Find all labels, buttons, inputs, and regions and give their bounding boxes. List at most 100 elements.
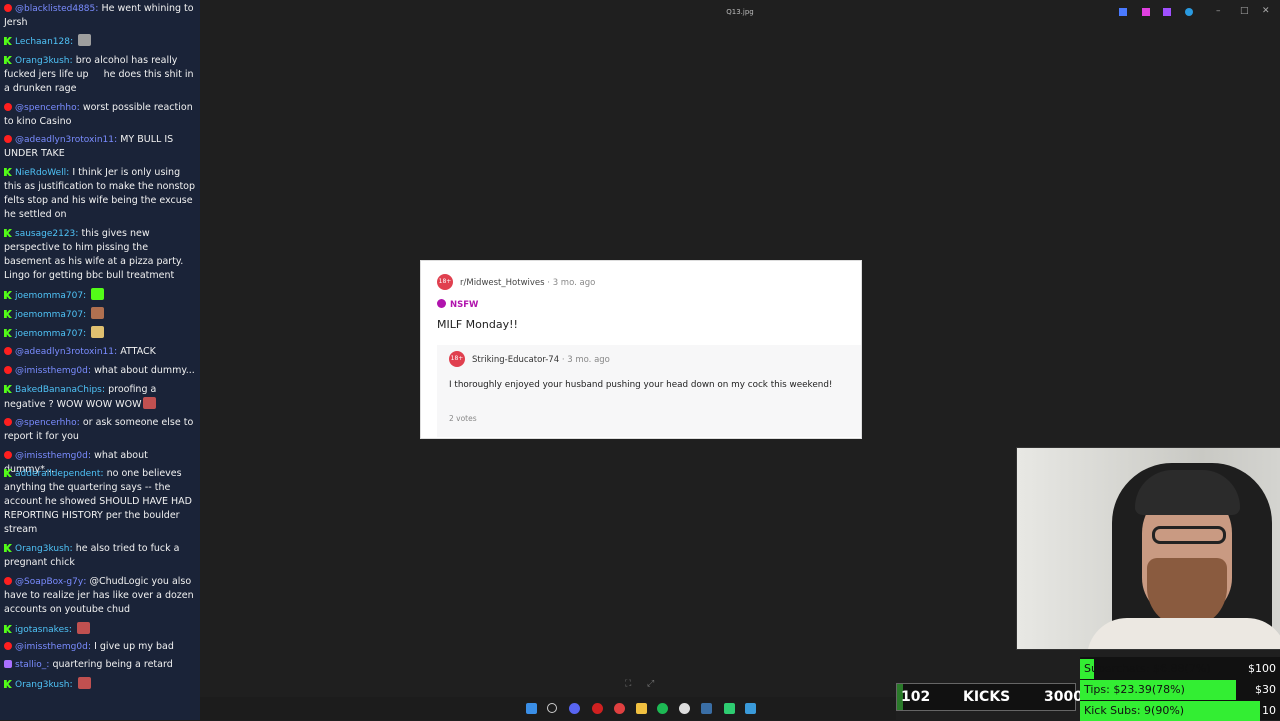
- chat-message: Orang3kush: bro alcohol has really fucke…: [4, 55, 194, 94]
- chat-username[interactable]: @spencerhho: [15, 103, 77, 113]
- kick-icon: [4, 329, 12, 337]
- emote-icon: [143, 397, 157, 409]
- chat-message: @adeadlyn3rotoxin11: MY BULL IS UNDER TA…: [4, 134, 174, 159]
- minimize-button[interactable]: –: [1216, 6, 1221, 16]
- chat-message: @imissthemg0d: I give up my bad: [4, 640, 196, 654]
- kicks-label: KICKS: [963, 689, 1011, 705]
- chat-username[interactable]: Orang3kush: [15, 56, 69, 66]
- chat-username[interactable]: @adeadlyn3rotoxin11: [15, 347, 114, 357]
- spotify-icon[interactable]: [657, 703, 668, 714]
- post-meta: r/Midwest_Hotwives · 3 mo. ago: [460, 278, 596, 288]
- subreddit-name[interactable]: r/Midwest_Hotwives: [460, 278, 545, 288]
- kick-icon: [4, 385, 12, 393]
- chat-text: what about dummy...: [94, 365, 195, 376]
- emote-icon: [91, 288, 105, 300]
- xbox-icon[interactable]: [679, 703, 690, 714]
- nsfw-icon: [437, 299, 446, 308]
- donation-goals: Superchats: $6.88(7%) $100 Tips: $23.39(78…: [1080, 657, 1280, 721]
- goal-label: Kick Subs: 9(90%): [1084, 704, 1185, 717]
- chat-message: @SoapBox-g7y: @ChudLogic you also have t…: [4, 576, 194, 615]
- post-age: 3 mo. ago: [552, 278, 596, 288]
- webcam-feed: [1016, 447, 1280, 650]
- chat-username[interactable]: adderalldependent: [15, 469, 100, 479]
- folder-icon[interactable]: [636, 703, 647, 714]
- chat-message: stallio_: quartering being a retard: [4, 658, 196, 672]
- maximize-button[interactable]: □: [1240, 6, 1249, 16]
- emote-icon: [77, 677, 91, 689]
- chat-username[interactable]: @blacklisted4885: [15, 4, 95, 14]
- chat-username[interactable]: joemomma707: [15, 310, 83, 320]
- chat-message: @imissthemg0d: what about dummy...: [4, 364, 196, 378]
- youtube-icon: [4, 135, 12, 143]
- fullscreen-icon[interactable]: ⤢: [647, 679, 654, 689]
- chat-username[interactable]: igotasnakes: [15, 625, 69, 635]
- chat-username[interactable]: stallio_: [15, 660, 46, 670]
- chat-text: I give up my bad: [94, 641, 174, 652]
- youtube-icon: [4, 418, 12, 426]
- emote-icon: [78, 34, 92, 46]
- youtube-icon: [4, 103, 12, 111]
- youtube-icon: [4, 4, 12, 12]
- chat-username[interactable]: NieRdoWell: [15, 168, 66, 178]
- post-title[interactable]: MILF Monday!!: [437, 318, 518, 331]
- chat-username[interactable]: sausage2123: [15, 229, 75, 239]
- paint-icon[interactable]: [1163, 8, 1171, 16]
- chat-username[interactable]: @adeadlyn3rotoxin11: [15, 135, 114, 145]
- kicks-goal: 3000: [1044, 689, 1083, 705]
- chrome-icon[interactable]: [614, 703, 625, 714]
- goal-target: 10: [1262, 704, 1276, 717]
- chat-username[interactable]: Orang3kush: [15, 680, 69, 690]
- steam-icon[interactable]: [701, 703, 712, 714]
- cloud-icon[interactable]: [1185, 8, 1193, 16]
- search-icon[interactable]: [547, 703, 557, 713]
- chat-message: @adeadlyn3rotoxin11: ATTACK: [4, 345, 196, 359]
- chat-username[interactable]: @SoapBox-g7y: [15, 577, 83, 587]
- photos-icon[interactable]: [745, 703, 756, 714]
- chat-message: @spencerhho: or ask someone else to repo…: [4, 417, 194, 442]
- chat-username[interactable]: BakedBananaChips: [15, 385, 102, 395]
- chat-message: igotasnakes:: [4, 622, 196, 637]
- youtube-icon: [4, 577, 12, 585]
- kick-icon: [4, 469, 12, 477]
- chat-message: @spencerhho: worst possible reaction to …: [4, 102, 193, 127]
- comment-meta: Striking-Educator-74 · 3 mo. ago: [472, 355, 610, 365]
- chat-username[interactable]: @imissthemg0d: [15, 366, 88, 376]
- chat-username[interactable]: Lechaan128: [15, 37, 70, 47]
- kicks-goal-bar: 102 KICKS 3000: [896, 683, 1083, 711]
- goal-target: $30: [1255, 683, 1276, 696]
- chat-username[interactable]: joemomma707: [15, 291, 83, 301]
- window-title: Q13.jpg: [726, 8, 754, 16]
- youtube-icon: [4, 366, 12, 374]
- app-icon[interactable]: [724, 703, 735, 714]
- fit-icon[interactable]: ⛶: [625, 679, 631, 689]
- chat-message: Orang3kush:: [4, 677, 196, 692]
- chat-username[interactable]: Orang3kush: [15, 544, 69, 554]
- chat-username[interactable]: joemomma707: [15, 329, 83, 339]
- opera-icon[interactable]: [592, 703, 603, 714]
- comment-author[interactable]: Striking-Educator-74: [472, 355, 559, 365]
- vote-count: 2 votes: [449, 414, 477, 423]
- chat-username[interactable]: @imissthemg0d: [15, 451, 88, 461]
- start-icon[interactable]: [526, 703, 537, 714]
- chat-username[interactable]: @spencerhho: [15, 418, 77, 428]
- discord-icon[interactable]: [569, 703, 580, 714]
- kick-icon: [4, 37, 12, 45]
- chat-message: sausage2123: this gives new perspective …: [4, 228, 184, 281]
- goal-target: $100: [1248, 662, 1276, 675]
- chat-message: NieRdoWell: I think Jer is only using th…: [4, 167, 196, 220]
- chat-username[interactable]: @imissthemg0d: [15, 642, 88, 652]
- chat-message: Orang3kush: he also tried to fuck a preg…: [4, 543, 180, 568]
- youtube-icon: [4, 642, 12, 650]
- kick-icon: [4, 680, 12, 688]
- close-button[interactable]: ✕: [1262, 6, 1270, 16]
- chat-message: @blacklisted4885: He went whining to Jer…: [4, 3, 194, 28]
- edit-icon[interactable]: [1142, 8, 1150, 16]
- pen-icon[interactable]: [1119, 8, 1127, 16]
- chat-message: adderalldependent: no one believes anyth…: [4, 468, 192, 535]
- commenter-avatar: 18+: [449, 351, 465, 367]
- youtube-icon: [4, 347, 12, 355]
- chat-message: joemomma707:: [4, 288, 196, 303]
- kick-icon: [4, 544, 12, 552]
- kick-icon: [4, 56, 12, 64]
- kicks-count: 102: [901, 689, 931, 705]
